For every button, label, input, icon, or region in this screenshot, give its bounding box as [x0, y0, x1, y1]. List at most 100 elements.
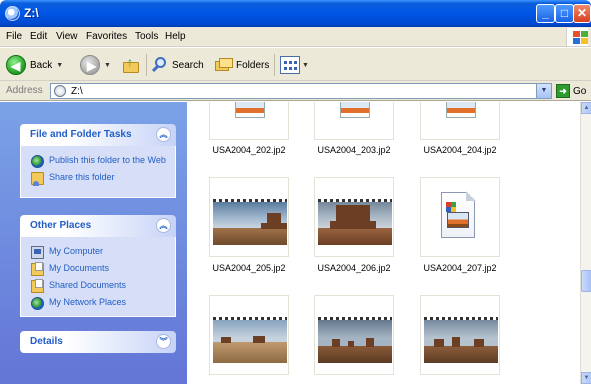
panel-body: Publish this folder to the Web Share thi… [20, 146, 176, 198]
menu-edit[interactable]: Edit [30, 31, 47, 42]
place-label: Shared Documents [49, 280, 127, 290]
task-label: Publish this folder to the Web [49, 155, 166, 165]
place-my-computer[interactable]: My Computer [31, 246, 169, 259]
file-thumbnail[interactable] [420, 295, 500, 375]
views-icon [280, 56, 300, 74]
back-button[interactable]: ◀ Back ▼ [6, 54, 63, 76]
panel-title: File and Folder Tasks [30, 129, 132, 140]
panel-title: Other Places [30, 220, 92, 231]
collapse-chevron-icon[interactable]: ︽ [156, 218, 171, 233]
vertical-scrollbar[interactable]: ▲ ▼ [580, 102, 591, 384]
place-label: My Documents [49, 263, 110, 273]
address-input[interactable]: Z:\ ▼ [50, 83, 552, 99]
task-label: Share this folder [49, 172, 115, 182]
file-view[interactable]: USA2004_202.jp2 USA2004_203.jp2 USA2004_… [187, 102, 580, 384]
task-pane: File and Folder Tasks ︽ Publish this fol… [0, 102, 187, 384]
details-panel: Details ︾ [20, 331, 176, 353]
file-name[interactable]: USA2004_202.jp2 [194, 145, 304, 155]
task-publish-folder[interactable]: Publish this folder to the Web [31, 155, 169, 168]
task-share-folder[interactable]: Share this folder [31, 172, 169, 186]
place-shared-documents[interactable]: Shared Documents [31, 279, 169, 293]
other-places-header[interactable]: Other Places ︽ [20, 215, 176, 237]
panel-body: My Computer My Documents Shared Document… [20, 237, 176, 317]
forward-dropdown-icon[interactable]: ▼ [104, 62, 111, 69]
menu-tools[interactable]: Tools [135, 31, 158, 42]
photo-thumbnail [424, 317, 498, 363]
scrollbar-thumb[interactable] [581, 270, 591, 292]
maximize-button[interactable]: □ [555, 4, 574, 23]
scroll-down-button[interactable]: ▼ [581, 372, 591, 384]
other-places-panel: Other Places ︽ My Computer My Documents … [20, 215, 176, 317]
menu-file[interactable]: File [6, 31, 22, 42]
file-folder-tasks-panel: File and Folder Tasks ︽ Publish this fol… [20, 124, 176, 198]
expand-chevron-icon[interactable]: ︾ [156, 334, 171, 349]
minimize-button[interactable]: _ [536, 4, 555, 23]
photo-thumbnail [318, 317, 392, 363]
shared-documents-icon [31, 279, 44, 293]
menu-bar: File Edit View Favorites Tools Help [0, 27, 591, 47]
go-arrow-icon: ➜ [556, 84, 570, 98]
toolbar-separator [274, 54, 275, 76]
folders-icon [215, 57, 233, 73]
file-name[interactable]: USA2004_203.jp2 [299, 145, 409, 155]
place-label: My Computer [49, 246, 104, 256]
search-icon [151, 56, 169, 74]
web-publish-icon [31, 155, 44, 168]
photo-thumbnail [213, 199, 287, 245]
search-label: Search [172, 59, 204, 71]
file-thumbnail[interactable] [209, 102, 289, 140]
file-thumbnail[interactable] [314, 177, 394, 257]
go-label: Go [573, 85, 587, 97]
file-name[interactable]: USA2004_206.jp2 [299, 263, 409, 273]
file-thumbnail[interactable] [209, 295, 289, 375]
folders-button[interactable]: Folders [215, 54, 269, 76]
place-label: My Network Places [49, 297, 127, 307]
up-folder-button[interactable]: ↑ [122, 54, 140, 76]
menu-view[interactable]: View [56, 31, 78, 42]
menu-help[interactable]: Help [165, 31, 186, 42]
network-places-icon [31, 297, 44, 310]
my-computer-icon [31, 246, 44, 259]
views-dropdown-icon[interactable]: ▼ [302, 62, 309, 69]
file-thumbnail[interactable] [209, 177, 289, 257]
address-label: Address [6, 85, 43, 96]
forward-button[interactable]: ▶ ▼ [80, 54, 111, 76]
file-name[interactable]: USA2004_205.jp2 [194, 263, 304, 273]
toolbar: ◀ Back ▼ ▶ ▼ ↑ Search Folders ▼ [0, 48, 591, 81]
address-dropdown-icon[interactable]: ▼ [536, 84, 551, 98]
forward-arrow-icon: ▶ [80, 55, 100, 75]
details-header[interactable]: Details ︾ [20, 331, 176, 353]
collapse-chevron-icon[interactable]: ︽ [156, 127, 171, 142]
close-button[interactable]: ✕ [573, 4, 591, 23]
drive-icon [54, 85, 66, 97]
file-name[interactable]: USA2004_207.jp2 [405, 263, 515, 273]
place-my-documents[interactable]: My Documents [31, 262, 169, 276]
toolbar-separator [146, 54, 147, 76]
up-folder-icon: ↑ [122, 55, 140, 74]
go-button[interactable]: ➜ Go [556, 83, 586, 99]
my-documents-icon [31, 262, 44, 276]
jp2-file-icon [441, 191, 476, 238]
file-thumbnail[interactable] [314, 295, 394, 375]
address-value: Z:\ [71, 86, 83, 97]
photo-thumbnail [318, 199, 392, 245]
panel-title: Details [30, 336, 63, 347]
title-bar[interactable]: Z:\ _ □ ✕ [0, 0, 591, 27]
search-button[interactable]: Search [151, 54, 204, 76]
address-bar: Address Z:\ ▼ ➜ Go [0, 81, 591, 101]
back-dropdown-icon[interactable]: ▼ [56, 62, 63, 69]
window-title: Z:\ [24, 6, 39, 20]
file-folder-tasks-header[interactable]: File and Folder Tasks ︽ [20, 124, 176, 146]
folder-window-icon [5, 6, 20, 21]
back-arrow-icon: ◀ [6, 55, 26, 75]
file-thumbnail[interactable] [314, 102, 394, 140]
menu-favorites[interactable]: Favorites [86, 31, 127, 42]
views-button[interactable]: ▼ [280, 54, 309, 76]
scroll-up-button[interactable]: ▲ [581, 102, 591, 114]
file-thumbnail[interactable] [420, 177, 500, 257]
back-label: Back [30, 59, 53, 71]
file-name[interactable]: USA2004_204.jp2 [405, 145, 515, 155]
place-my-network-places[interactable]: My Network Places [31, 297, 169, 310]
file-thumbnail[interactable] [420, 102, 500, 140]
share-folder-icon [31, 172, 44, 186]
